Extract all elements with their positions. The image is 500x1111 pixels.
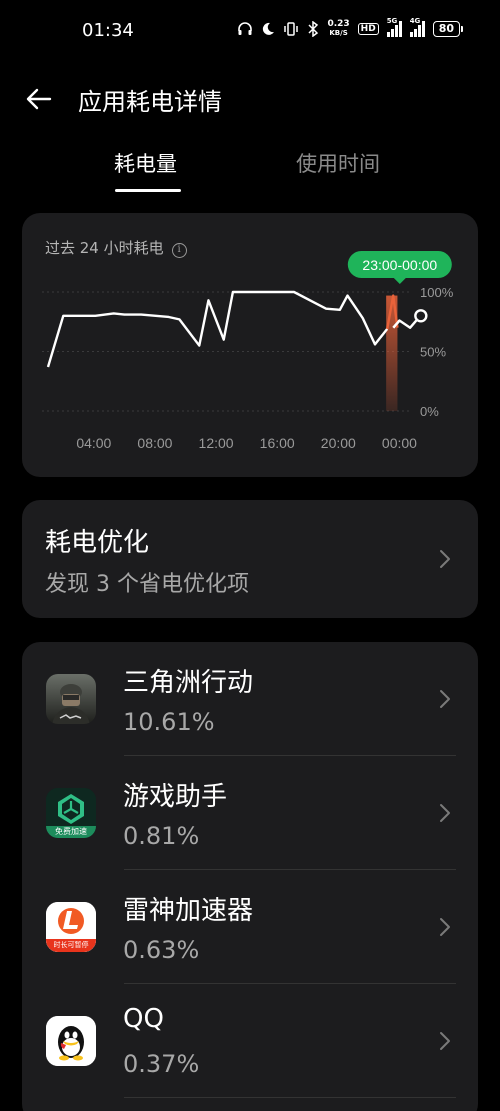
chevron-right-icon <box>440 804 450 822</box>
tooltip-text: 23:00-00:00 <box>362 257 437 273</box>
game-assistant-icon-caption: 免费加速 <box>55 827 87 836</box>
tab-bar: 耗电量 使用时间 <box>0 140 500 196</box>
x-tick-label: 08:00 <box>137 435 172 451</box>
app-row-game-assistant[interactable]: 免费加速 游戏助手 0.81% <box>22 756 478 870</box>
chevron-right-icon <box>440 550 450 568</box>
signal-4g-label: 4G <box>409 17 421 25</box>
headphones-icon <box>238 22 253 35</box>
signal-5g-icon: 5G <box>386 17 402 37</box>
x-tick-label: 00:00 <box>382 435 417 451</box>
tab-usage-time[interactable]: 使用时间 <box>296 148 380 178</box>
app-name: 三角洲行动 <box>123 668 254 698</box>
x-tick-label: 12:00 <box>199 435 234 451</box>
delta-force-app-icon <box>46 674 96 724</box>
page-title: 应用耗电详情 <box>78 88 222 116</box>
y-tick-label: 50% <box>420 345 446 360</box>
usage-line-chart[interactable]: 100% 50% 0% 04:00 08:00 12:00 16:00 20:00 00:00 2… <box>22 213 478 477</box>
app-percent: 0.37% <box>123 1050 200 1078</box>
header: 应用耗电详情 <box>0 72 500 128</box>
divider <box>124 1097 456 1098</box>
tab-battery-usage[interactable]: 耗电量 <box>114 148 177 178</box>
signal-5g-label: 5G <box>386 17 398 25</box>
x-tick-label: 04:00 <box>76 435 111 451</box>
app-name: 雷神加速器 <box>123 896 254 926</box>
optimize-title: 耗电优化 <box>45 528 150 558</box>
status-icons: 0.23 KB/S HD 5G 4G 80 <box>237 17 464 38</box>
hd-badge: HD <box>357 23 379 35</box>
app-row-leishen-accelerator[interactable]: 时长可暂停 雷神加速器 0.63% <box>22 870 478 984</box>
net-speed-unit: KB/S <box>329 29 348 37</box>
app-percent: 0.81% <box>123 822 200 850</box>
battery-optimize-card[interactable]: 耗电优化 发现 3 个省电优化项 <box>22 500 478 618</box>
app-name: QQ <box>123 1004 164 1034</box>
leishen-icon-caption: 时长可暂停 <box>53 941 89 949</box>
moon-icon <box>263 22 275 35</box>
app-percent: 10.61% <box>123 708 215 736</box>
usage-line <box>46 290 389 368</box>
tooltip-pointer <box>393 278 406 284</box>
status-bar: 01:34 0.23 KB/S HD 5G 4G 80 <box>0 0 500 64</box>
app-percent: 0.63% <box>123 936 200 964</box>
app-usage-list: 三角洲行动 10.61% 免费加速 游戏助手 0.81% 时长可暂停 雷神加速器… <box>22 642 478 1111</box>
tab-active-indicator <box>115 189 181 192</box>
y-tick-label: 0% <box>420 404 439 419</box>
current-point-marker <box>414 309 428 323</box>
optimize-subtitle: 发现 3 个省电优化项 <box>45 572 249 597</box>
x-tick-label: 16:00 <box>260 435 295 451</box>
signal-4g-icon: 4G <box>409 17 425 37</box>
battery-icon: 80 <box>432 21 464 37</box>
back-arrow-icon[interactable] <box>24 84 54 114</box>
vibrate-icon <box>284 22 299 36</box>
chevron-right-icon <box>440 918 450 936</box>
x-tick-label: 20:00 <box>321 435 356 451</box>
leishen-accelerator-app-icon: 时长可暂停 <box>46 902 96 952</box>
usage-chart-card: 过去 24 小时耗电 i 100% 50% 0% 04:00 08:00 12:00 16:0… <box>22 213 478 477</box>
chevron-right-icon <box>440 690 450 708</box>
app-name: 游戏助手 <box>123 782 228 812</box>
bluetooth-icon <box>308 21 319 37</box>
app-row-delta-force[interactable]: 三角洲行动 10.61% <box>22 642 478 756</box>
net-speed-value: 0.23 <box>327 19 350 29</box>
status-time: 01:34 <box>82 20 134 41</box>
game-assistant-app-icon: 免费加速 <box>46 788 96 838</box>
net-speed: 0.23 KB/S <box>327 20 349 38</box>
chevron-right-icon <box>440 1032 450 1050</box>
qq-app-icon <box>46 1016 96 1066</box>
app-row-qq[interactable]: QQ 0.37% <box>22 984 478 1098</box>
y-tick-label: 100% <box>420 285 454 300</box>
